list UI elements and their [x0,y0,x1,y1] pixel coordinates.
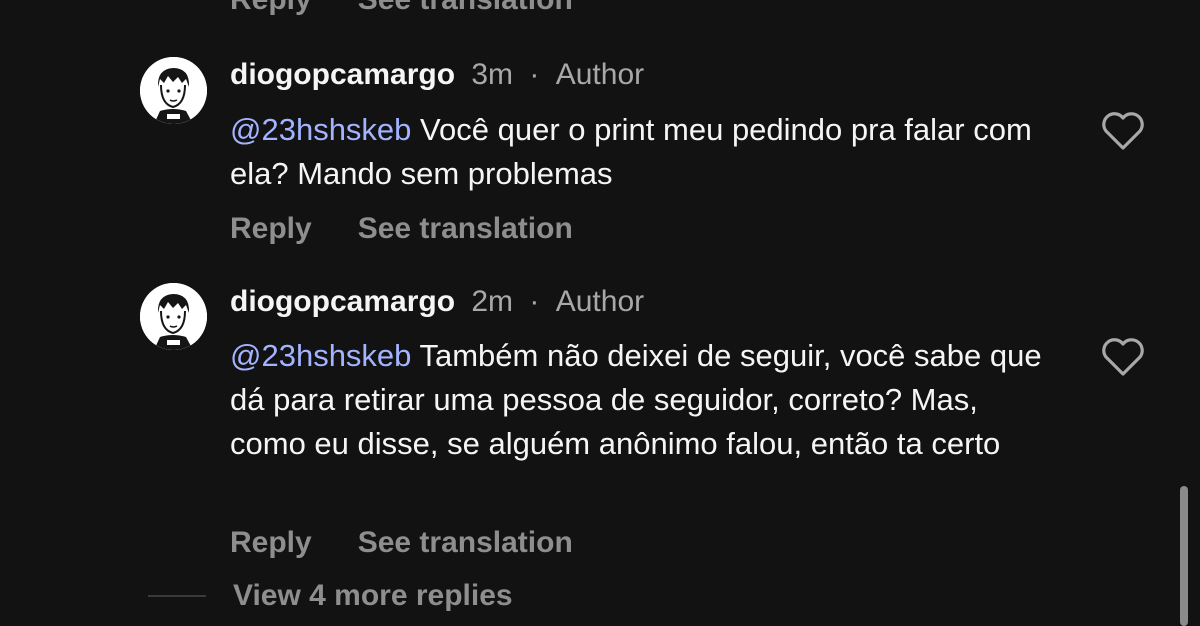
like-button[interactable] [1100,110,1146,152]
mention-link[interactable]: @23hshskeb [230,112,411,147]
avatar[interactable] [140,283,207,350]
comment-header: diogopcamargo 3m · Author [230,55,644,95]
comment-actions: Reply See translation [230,523,573,563]
reply-button[interactable]: Reply [230,209,312,249]
reply-button[interactable]: Reply [230,0,312,16]
separator: · [529,285,540,318]
like-button[interactable] [1100,336,1146,378]
scrollbar[interactable] [1180,486,1188,626]
see-translation-button[interactable]: See translation [358,523,573,563]
avatar-illustration-icon [140,57,207,124]
timestamp: 3m [471,58,514,91]
reply-button[interactable]: Reply [230,523,312,563]
username[interactable]: diogopcamargo [230,58,455,91]
avatar-illustration-icon [140,283,207,350]
username[interactable]: diogopcamargo [230,285,455,318]
comment-text: @23hshskeb Você quer o print meu pedindo… [230,108,1050,196]
avatar[interactable] [140,57,207,124]
author-badge: Author [555,58,645,91]
view-more-replies[interactable]: View 4 more replies [148,576,513,616]
separator: · [529,58,540,91]
heart-outline-icon [1102,112,1144,150]
comment-actions: Reply See translation [230,209,573,249]
view-more-replies-label[interactable]: View 4 more replies [233,579,513,613]
mention-link[interactable]: @23hshskeb [230,338,411,373]
author-badge: Author [555,285,645,318]
comment-header: diogopcamargo 2m · Author [230,282,644,322]
previous-comment-actions: Reply See translation [230,0,573,16]
timestamp: 2m [471,285,514,318]
see-translation-button[interactable]: See translation [358,0,573,16]
see-translation-button[interactable]: See translation [358,209,573,249]
divider-line [148,595,206,597]
heart-outline-icon [1102,338,1144,376]
comment-text: @23hshskeb Também não deixei de seguir, … [230,334,1050,466]
